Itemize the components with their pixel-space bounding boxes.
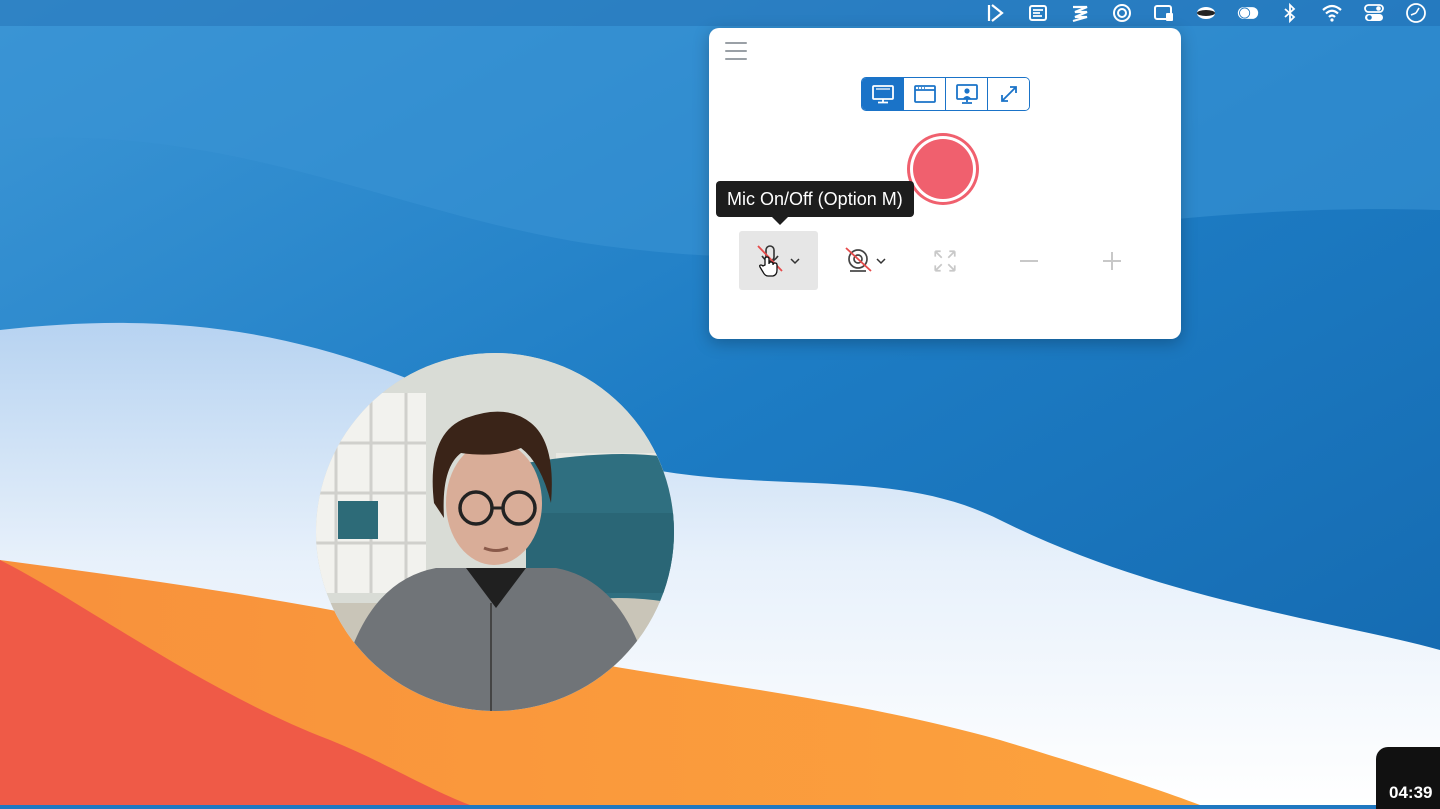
camera-toggle-button[interactable] [837,241,897,281]
screenshot-icon[interactable] [1152,1,1176,25]
toggle-icon[interactable] [1236,1,1260,25]
fit-screen-button[interactable] [925,241,965,281]
timer-text: 04:39 [1389,783,1433,802]
layers-icon[interactable] [1110,1,1134,25]
zoom-out-button[interactable] [1009,241,1049,281]
minus-icon [1020,260,1038,262]
clock-icon[interactable] [1404,1,1428,25]
hamburger-menu-icon[interactable] [725,40,747,62]
plus-icon [1103,252,1121,270]
mic-off-icon [756,244,800,277]
text-list-icon[interactable] [1026,1,1050,25]
tooltip-arrow [772,217,788,225]
record-button[interactable] [913,139,973,199]
menu-bar [0,0,1440,26]
zoom-in-button[interactable] [1092,241,1132,281]
bluetooth-icon[interactable] [1278,1,1302,25]
screencast-icon[interactable] [984,1,1008,25]
webcam-bubble[interactable] [316,353,674,711]
window-icon [913,85,936,103]
mic-toggle-button[interactable] [739,231,818,290]
screen-and-camera-mode-button[interactable] [946,78,988,110]
stripes-icon[interactable] [1068,1,1092,25]
wifi-icon[interactable] [1320,1,1344,25]
window-mode-button[interactable] [904,78,946,110]
capture-mode-toolbar [861,77,1030,111]
eyes-icon[interactable] [1194,1,1218,25]
webcam-feed [316,353,674,711]
camera-off-icon [845,247,886,272]
mic-tooltip: Mic On/Off (Option M) [716,181,914,217]
recording-timer: 04:39 [1376,747,1440,809]
control-center-icon[interactable] [1362,1,1386,25]
expand-arrows-icon [1000,86,1017,102]
screen-mode-button[interactable] [862,78,904,110]
monitor-icon [871,85,894,104]
presenter-icon [955,84,978,104]
fullscreen-mode-button[interactable] [988,78,1029,110]
expand-all-icon [934,250,956,272]
